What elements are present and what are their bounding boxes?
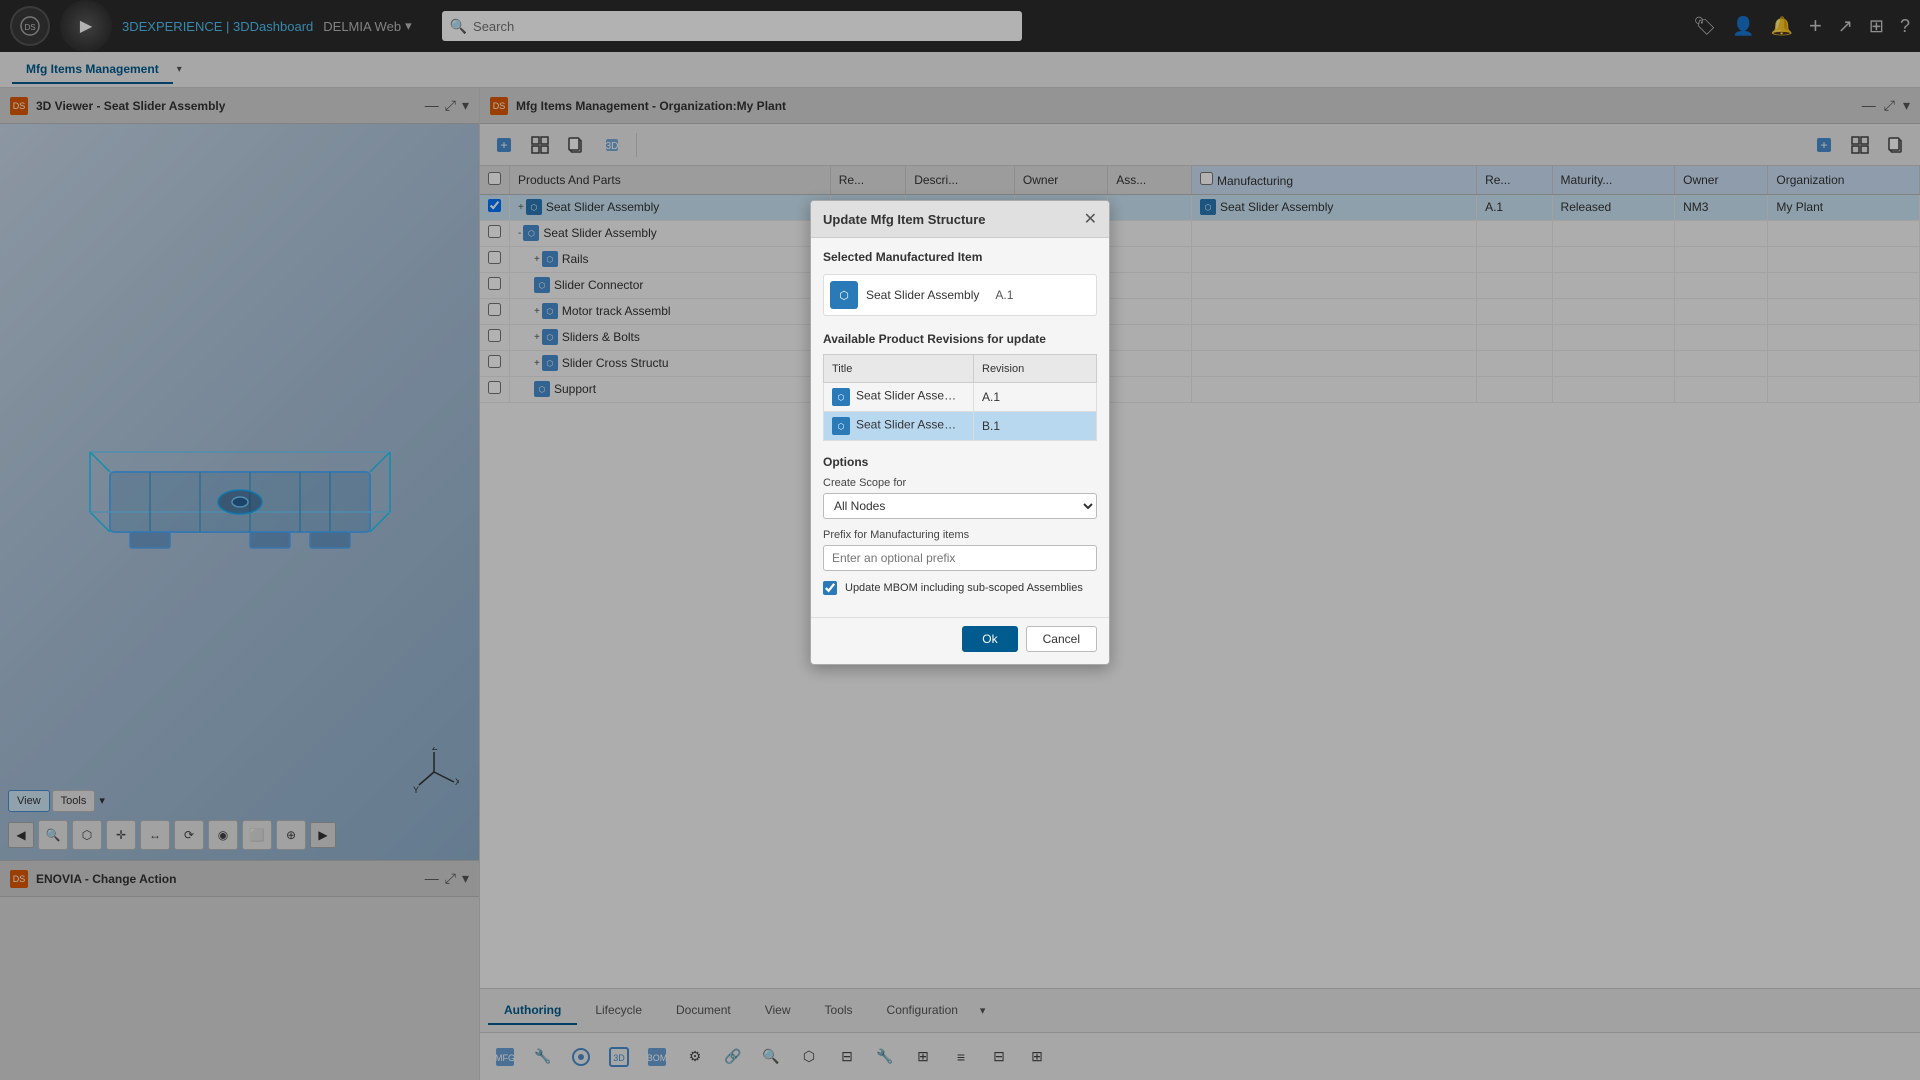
revision-row-icon-2: ⬡ bbox=[832, 417, 850, 435]
dialog-footer: Ok Cancel bbox=[811, 617, 1109, 664]
ok-button[interactable]: Ok bbox=[962, 626, 1017, 652]
dialog-title: Update Mfg Item Structure bbox=[823, 212, 986, 227]
dialog-title-bar: Update Mfg Item Structure ✕ bbox=[811, 201, 1109, 238]
update-mfg-dialog: Update Mfg Item Structure ✕ Selected Man… bbox=[810, 200, 1110, 665]
revision-col-revision: Revision bbox=[974, 355, 1097, 383]
options-title: Options bbox=[823, 455, 1097, 469]
revision-row-selected[interactable]: ⬡Seat Slider Assembly B.1 bbox=[824, 412, 1097, 441]
create-scope-label: Create Scope for bbox=[823, 477, 1097, 489]
options-section: Options Create Scope for All Nodes Selec… bbox=[823, 455, 1097, 595]
revision-row-icon: ⬡ bbox=[832, 388, 850, 406]
create-scope-select[interactable]: All Nodes Selected Nodes None bbox=[823, 493, 1097, 519]
revision-col-title: Title bbox=[824, 355, 974, 383]
prefix-label: Prefix for Manufacturing items bbox=[823, 529, 1097, 541]
create-scope-group: Create Scope for All Nodes Selected Node… bbox=[823, 477, 1097, 519]
prefix-group: Prefix for Manufacturing items bbox=[823, 529, 1097, 571]
dialog-item-icon: ⬡ bbox=[830, 281, 858, 309]
revision-table-body: ⬡Seat Slider Assembly A.1 ⬡Seat Slider A… bbox=[824, 383, 1097, 441]
prefix-input[interactable] bbox=[823, 545, 1097, 571]
update-mbom-label: Update MBOM including sub-scoped Assembl… bbox=[845, 582, 1083, 594]
dialog-close-btn[interactable]: ✕ bbox=[1084, 209, 1097, 229]
revision-row[interactable]: ⬡Seat Slider Assembly A.1 bbox=[824, 383, 1097, 412]
available-revisions-title: Available Product Revisions for update bbox=[823, 332, 1097, 346]
selected-item-section-title: Selected Manufactured Item bbox=[823, 250, 1097, 264]
dialog-overlay: Update Mfg Item Structure ✕ Selected Man… bbox=[0, 0, 1920, 1080]
update-mbom-row: Update MBOM including sub-scoped Assembl… bbox=[823, 581, 1097, 595]
dialog-item-name: Seat Slider Assembly bbox=[866, 288, 979, 302]
revision-table: Title Revision ⬡Seat Slider Assembly A.1… bbox=[823, 354, 1097, 441]
dialog-body: Selected Manufactured Item ⬡ Seat Slider… bbox=[811, 238, 1109, 617]
update-mbom-checkbox[interactable] bbox=[823, 581, 837, 595]
cancel-button[interactable]: Cancel bbox=[1026, 626, 1097, 652]
dialog-item-rev: A.1 bbox=[995, 288, 1013, 302]
dialog-selected-item: ⬡ Seat Slider Assembly A.1 bbox=[823, 274, 1097, 316]
